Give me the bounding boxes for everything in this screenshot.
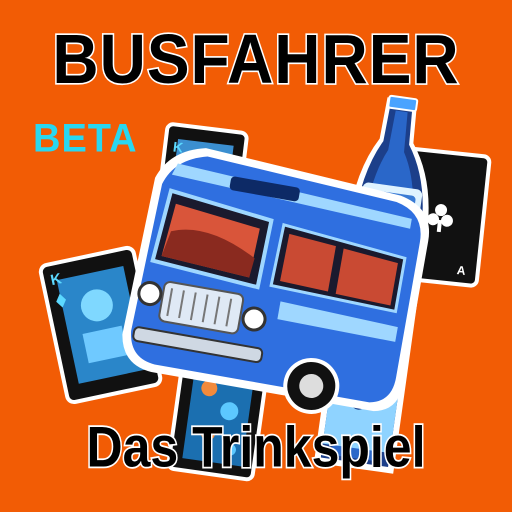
app-title: BUSFAHRER	[51, 18, 460, 99]
app-subtitle: Das Trinkspiel	[85, 413, 427, 481]
svg-text:A: A	[456, 263, 466, 278]
beta-badge: BETA	[33, 116, 138, 162]
app-icon: K A K BUSFAHRER BETA Das Trinkspiel	[0, 0, 512, 512]
